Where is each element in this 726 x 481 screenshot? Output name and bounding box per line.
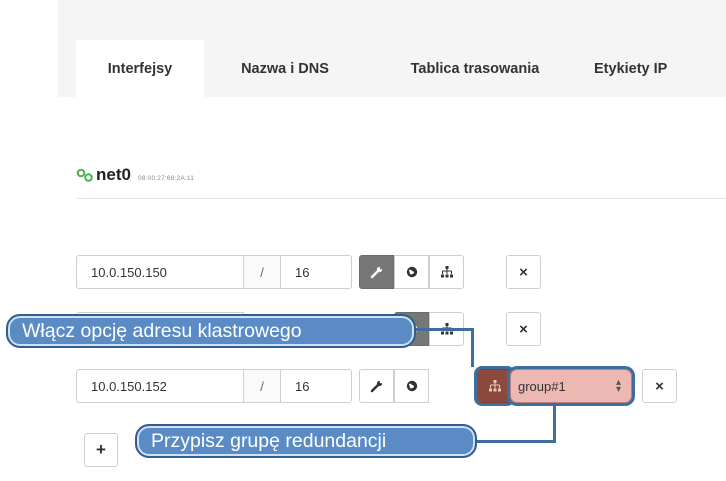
redundancy-group-select[interactable]: group#1 ▴ ▾ [510,369,632,403]
globe-icon [406,266,417,278]
close-icon: × [519,263,528,281]
close-icon: × [655,377,664,395]
prefix-separator: / [244,369,280,403]
selected-group: group#1 [518,378,566,394]
wrench-icon [370,380,382,393]
wrench-icon [370,266,382,279]
callout-connector [471,328,474,367]
sitemap-icon [440,266,453,278]
settings-button[interactable] [359,369,394,403]
redundancy-group-callout: Przypisz grupę redundancji [135,424,477,458]
callout-connector [553,404,556,443]
prefix-length-input[interactable]: 16 [280,369,352,403]
globe-icon [406,380,417,392]
tab-name-dns[interactable]: Nazwa i DNS [216,40,354,97]
select-caret-icon: ▴ ▾ [615,377,621,395]
interface-mac: 08:00:27:68:2A:11 [138,175,195,182]
interface-name: net0 [96,165,131,184]
remove-address-button[interactable]: × [642,369,677,403]
cluster-button[interactable] [429,255,464,289]
ip-address-input[interactable]: 10.0.150.150 [76,255,244,289]
close-icon: × [519,320,528,338]
callout-connector [474,440,556,443]
tab-interfaces[interactable]: Interfejsy [76,40,204,97]
remove-address-button[interactable]: × [506,312,541,346]
add-address-button[interactable]: + [84,433,118,467]
prefix-separator: / [244,255,280,289]
ip-address-input[interactable]: 10.0.150.152 [76,369,244,403]
remove-address-button[interactable]: × [506,255,541,289]
globe-button[interactable] [394,369,429,403]
divider [76,198,726,199]
tab-ip-labels[interactable]: Etykiety IP [594,40,724,97]
globe-button[interactable] [394,255,429,289]
settings-button[interactable] [359,255,394,289]
plus-icon: + [96,440,106,459]
cluster-address-callout: Włącz opcję adresu klastrowego [6,314,416,348]
prefix-length-input[interactable]: 16 [280,255,352,289]
tab-routing-table[interactable]: Tablica trasowania [364,40,586,97]
link-icon [76,168,93,182]
cluster-button-highlight [474,366,515,406]
callout-connector [414,328,474,331]
